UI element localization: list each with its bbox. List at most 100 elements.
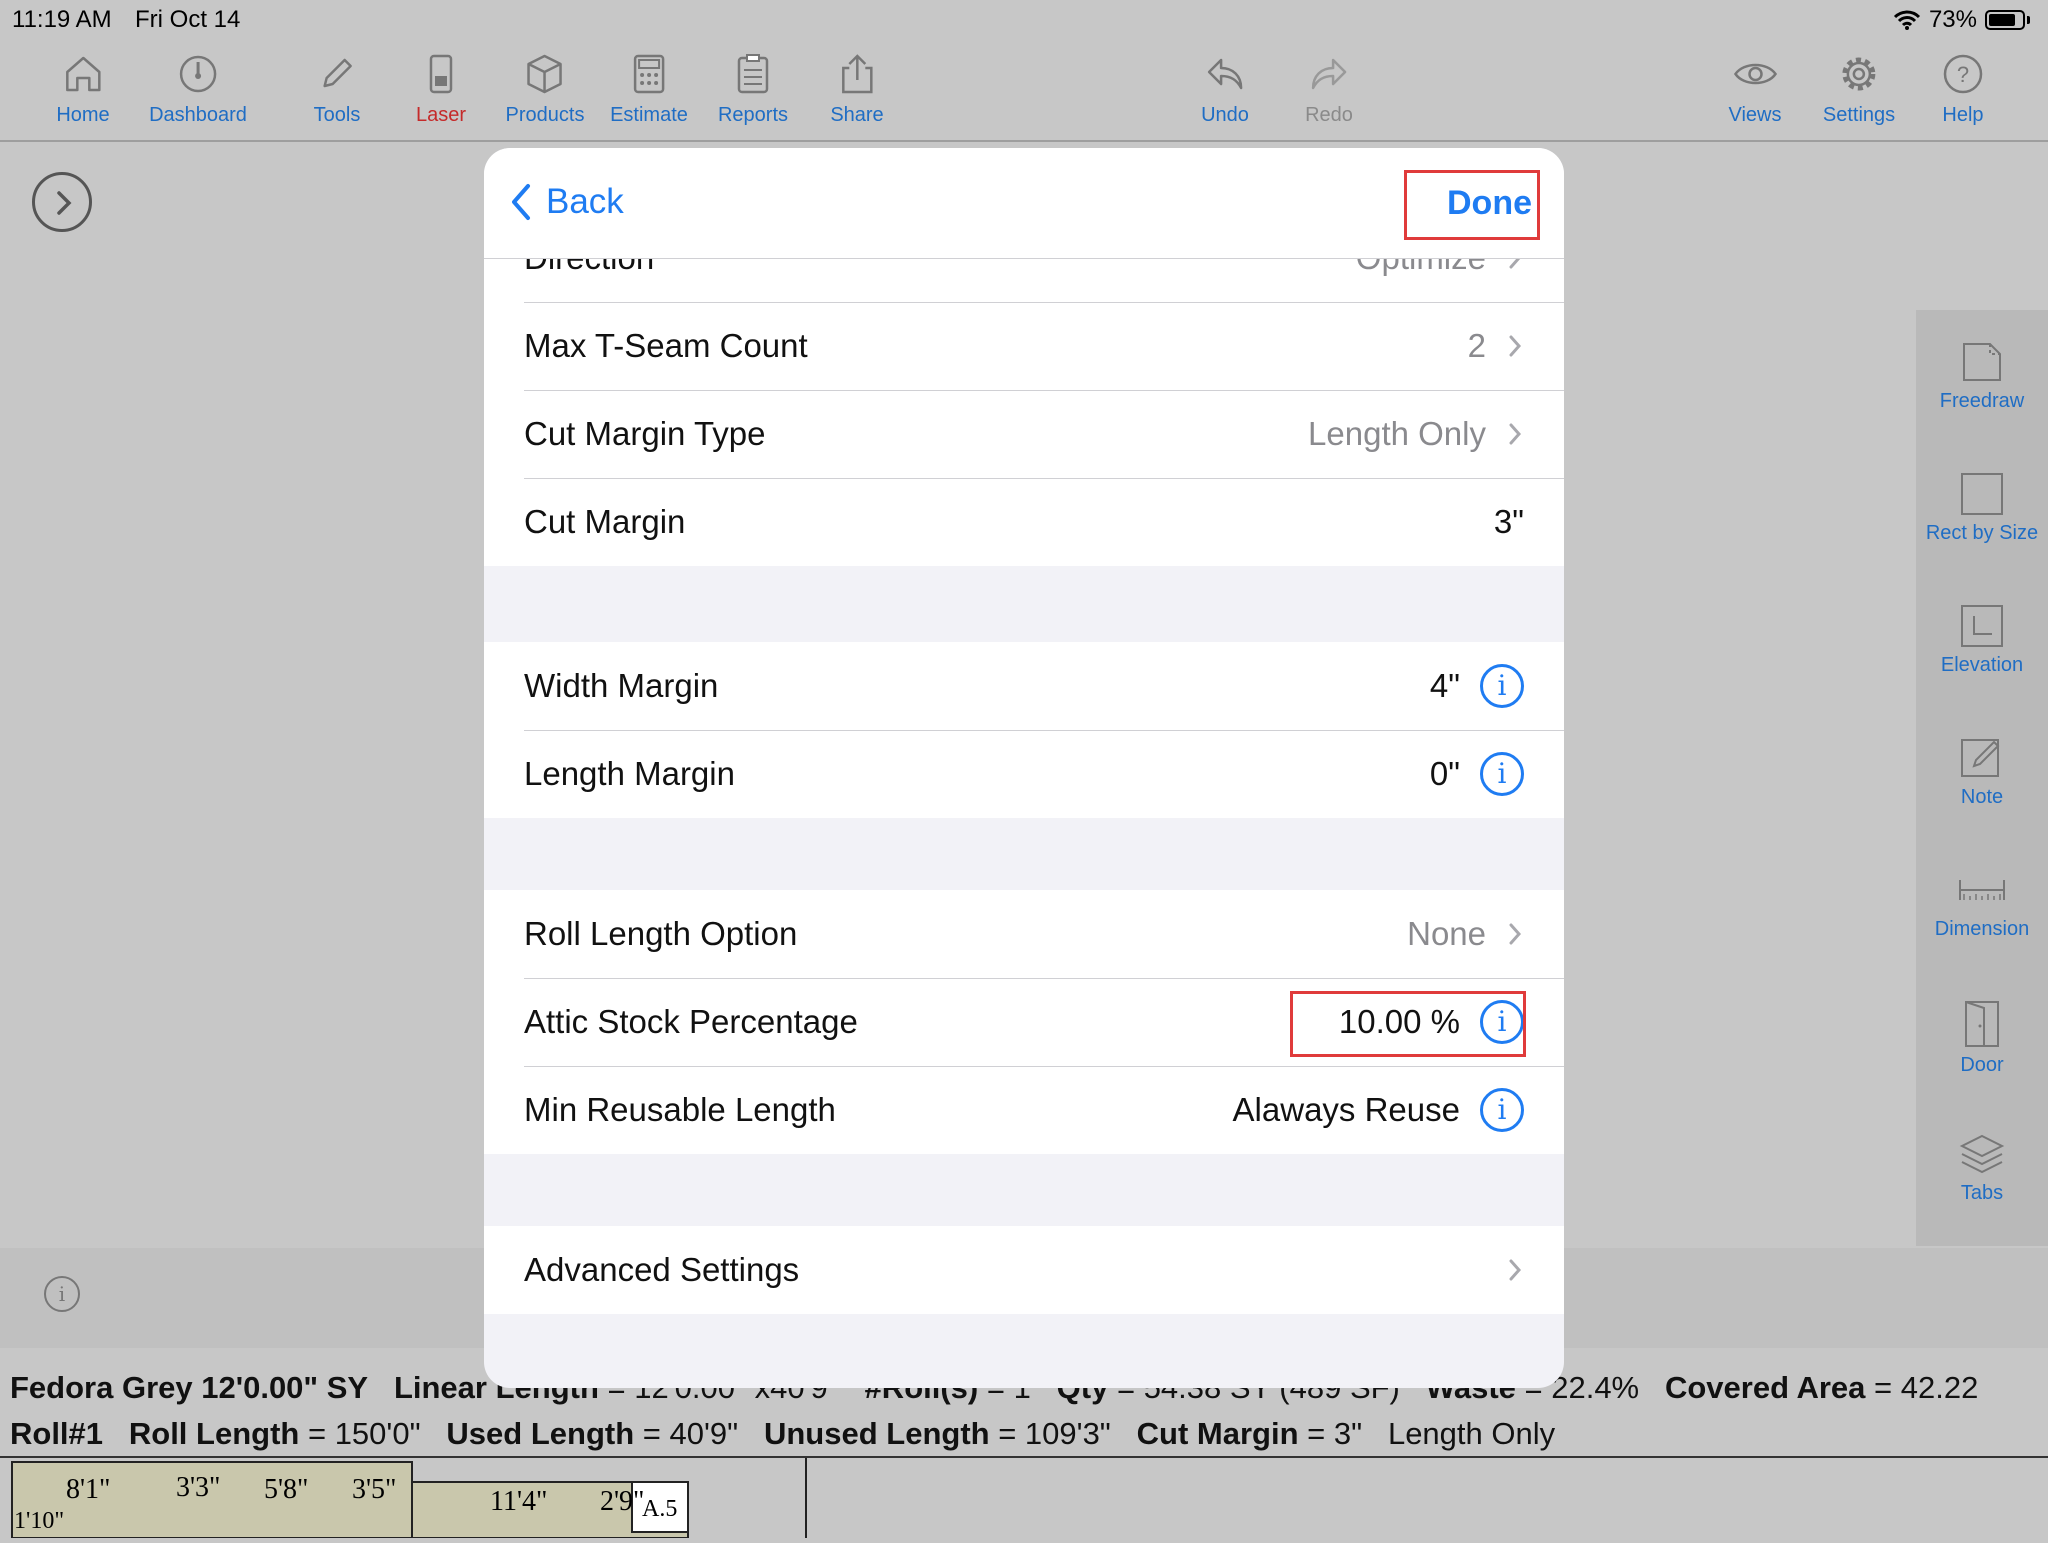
door-tool[interactable]: Door [1916, 1000, 2048, 1077]
row-length-margin[interactable]: Length Margin 0" i [484, 730, 1564, 818]
estimate-label: Estimate [610, 104, 688, 126]
rect-by-size-tool[interactable]: Rect by Size [1916, 472, 2048, 545]
share-icon [841, 54, 873, 94]
min-reusable-length-value[interactable]: Alaways Reuse [1233, 1066, 1460, 1154]
chevron-right-icon [57, 191, 72, 215]
done-highlight-box [1404, 170, 1540, 240]
row-max-tseam[interactable]: Max T-Seam Count 2 [484, 302, 1564, 390]
laser-label: Laser [415, 104, 467, 126]
help-icon: ? [1943, 54, 1983, 94]
home-label: Home [56, 104, 110, 126]
right-tool-panel: Freedraw Rect by Size Elevation Note Dim… [1916, 310, 2048, 1246]
info-icon[interactable]: i [1480, 664, 1524, 708]
group-margins: Width Margin 4" i Length Margin 0" i [484, 642, 1564, 818]
reports-button[interactable]: Reports [718, 52, 788, 127]
info-icon[interactable]: i [1480, 1088, 1524, 1132]
chevron-left-icon [512, 184, 530, 220]
elevation-label: Elevation [1940, 654, 2024, 676]
undo-button[interactable]: Undo [1201, 52, 1249, 127]
laser-button[interactable]: Laser [416, 52, 466, 127]
floor-plan-canvas[interactable]: 8'1" 3'3" 5'8" 3'5" 11'4" 2'9" A.5 1'10" [0, 1456, 2048, 1539]
group-seams: Direction Optimize Max T-Seam Count 2 Cu… [484, 214, 1564, 566]
chevron-right-icon [1509, 423, 1522, 445]
help-button[interactable]: ? Help [1941, 52, 1985, 127]
cut-margin-label: Cut Margin [1136, 1416, 1299, 1451]
status-bar: 11:19 AM Fri Oct 14 73% [0, 0, 2048, 36]
cut-margin-type-value: Length Only [1308, 415, 1486, 452]
back-button[interactable]: Back [510, 182, 624, 222]
plan-label-7: A.5 [642, 1496, 677, 1522]
freedraw-label: Freedraw [1939, 390, 2025, 412]
note-tool[interactable]: Note [1916, 736, 2048, 809]
battery-percent: 73% [1928, 6, 1977, 33]
freedraw-tool[interactable]: Freedraw [1916, 340, 2048, 413]
row-cut-margin-type[interactable]: Cut Margin Type Length Only [484, 390, 1564, 478]
covered-area-value: = 42.22 [1865, 1370, 1979, 1405]
plan-label-8: 1'10" [14, 1508, 64, 1534]
views-button[interactable]: Views [1729, 52, 1782, 127]
elevation-icon [1961, 605, 2003, 647]
width-margin-label: Width Margin [524, 667, 719, 704]
dimension-tool[interactable]: Dimension [1916, 868, 2048, 941]
share-button[interactable]: Share [830, 52, 884, 127]
length-margin-value[interactable]: 0" [1430, 730, 1460, 818]
pencil-icon [323, 58, 353, 88]
cut-margin-value[interactable]: 3" [1494, 478, 1524, 566]
expand-panel-button[interactable] [32, 172, 92, 232]
used-length-label: Used Length [446, 1416, 635, 1451]
door-icon [1965, 1001, 1999, 1047]
rectangle-icon [1961, 473, 2003, 515]
plan-label-3: 5'8" [264, 1474, 308, 1505]
products-label: Products [505, 104, 585, 126]
dashboard-button[interactable]: Dashboard [149, 52, 247, 127]
back-label: Back [546, 182, 624, 221]
settings-button[interactable]: Settings [1823, 52, 1895, 127]
battery-icon [1985, 10, 2025, 30]
tabs-tool[interactable]: Tabs [1916, 1132, 2048, 1205]
row-width-margin[interactable]: Width Margin 4" i [484, 642, 1564, 730]
dimension-label: Dimension [1934, 918, 2030, 940]
home-button[interactable]: Home [56, 52, 110, 127]
elevation-tool[interactable]: Elevation [1916, 604, 2048, 677]
redo-label: Redo [1305, 104, 1353, 126]
plan-label-2: 3'3" [176, 1472, 220, 1503]
battery-tip [2027, 16, 2030, 24]
laser-meter-icon [429, 54, 453, 94]
row-min-reusable-length[interactable]: Min Reusable Length Alaways Reuse i [484, 1066, 1564, 1154]
roll-length-label: Roll Length [128, 1416, 300, 1451]
plan-label-5: 11'4" [490, 1486, 547, 1517]
floor-plan-drawing: 8'1" 3'3" 5'8" 3'5" 11'4" 2'9" A.5 1'10" [11, 1458, 807, 1539]
attic-stock-label: Attic Stock Percentage [524, 1003, 858, 1040]
reports-label: Reports [717, 104, 789, 126]
clipboard-icon [737, 54, 769, 94]
row-cut-margin[interactable]: Cut Margin 3" [484, 478, 1564, 566]
undo-label: Undo [1201, 104, 1249, 126]
row-advanced-settings[interactable]: Advanced Settings [484, 1226, 1564, 1314]
chevron-right-icon [1509, 1259, 1522, 1281]
note-label: Note [1960, 786, 2004, 808]
cut-margin-value: = 3" [1298, 1416, 1363, 1451]
row-roll-length-option[interactable]: Roll Length Option None [484, 890, 1564, 978]
max-tseam-value: 2 [1467, 327, 1486, 364]
redo-button[interactable]: Redo [1305, 52, 1353, 127]
rect-by-size-label: Rect by Size [1925, 522, 2039, 544]
products-button[interactable]: Products [505, 52, 585, 127]
summary-line-2: Roll#1 Roll Length = 150'0" Used Length … [10, 1416, 1555, 1452]
chevron-right-icon [1509, 335, 1522, 357]
info-icon[interactable]: i [44, 1276, 80, 1312]
tools-label: Tools [313, 104, 361, 126]
min-reusable-length-label: Min Reusable Length [524, 1091, 836, 1128]
modal-header: Back Done [484, 148, 1564, 259]
calculator-icon [633, 54, 665, 94]
tabs-label: Tabs [1960, 1182, 2004, 1204]
status-right: 73% [1893, 6, 2030, 34]
tools-button[interactable]: Tools [313, 52, 361, 127]
width-margin-value[interactable]: 4" [1430, 642, 1460, 730]
unused-length-value: = 109'3" [989, 1416, 1111, 1451]
eye-icon [1733, 63, 1777, 85]
chevron-right-icon [1509, 923, 1522, 945]
estimate-button[interactable]: Estimate [610, 52, 688, 127]
settings-modal: Back Done Direction Optimize Max T-Seam … [484, 148, 1564, 1388]
info-icon[interactable]: i [1480, 752, 1524, 796]
redo-icon [1311, 58, 1347, 90]
